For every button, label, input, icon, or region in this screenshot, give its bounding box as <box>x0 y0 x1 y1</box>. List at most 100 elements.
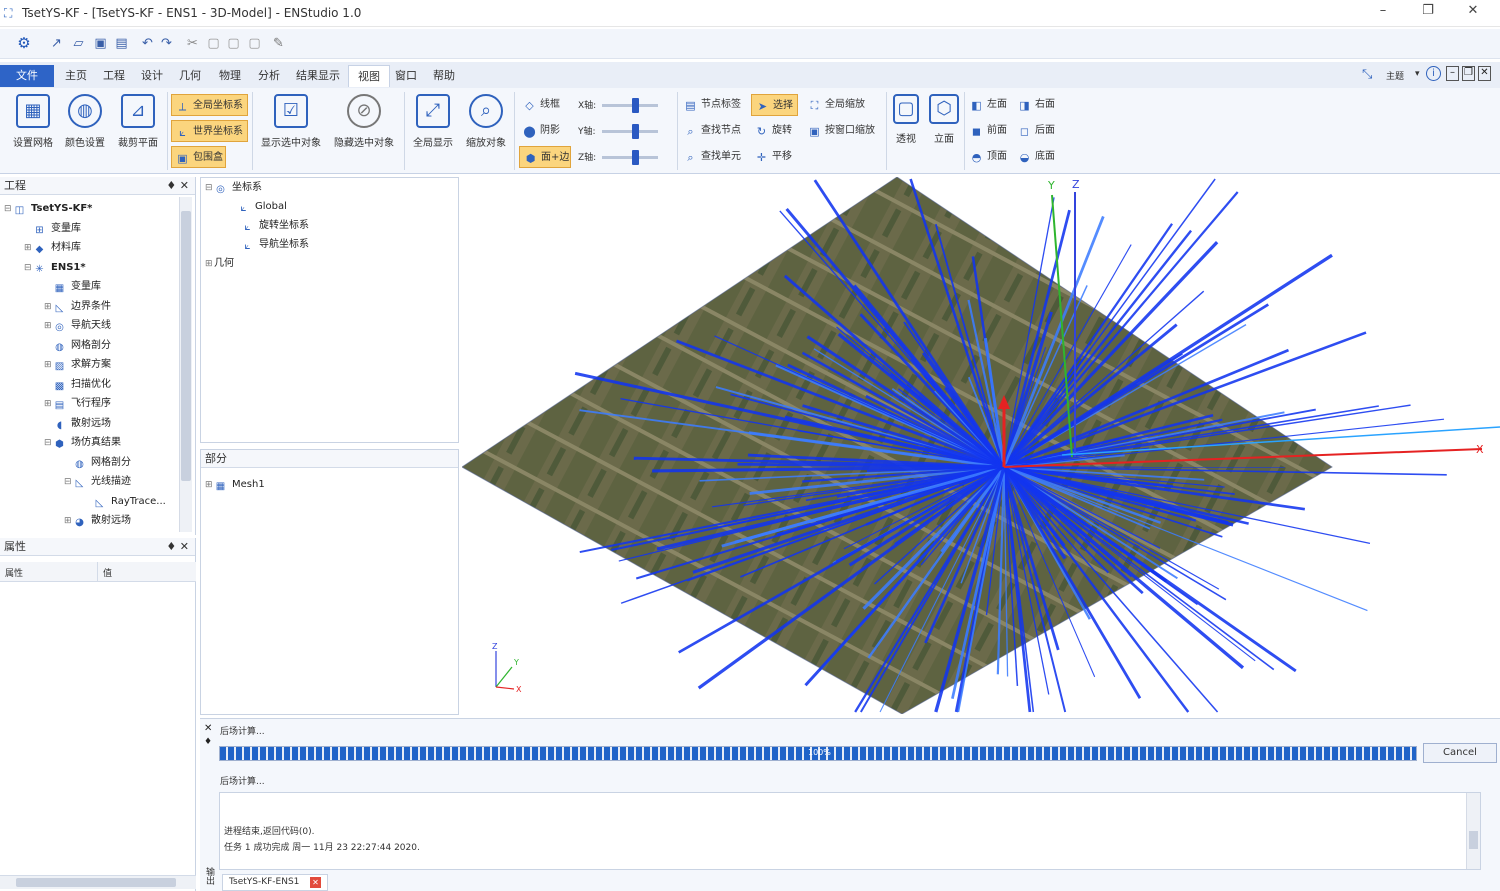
theme-dropdown-icon[interactable]: ▾ <box>1415 69 1420 79</box>
project-tree-item[interactable]: ⊟ ✳ ENS1* <box>24 258 86 278</box>
paste-icon[interactable]: ▢ <box>225 35 242 52</box>
wireframe-button[interactable]: ◇ 线框 <box>519 94 571 116</box>
clip-plane-button[interactable]: ⊿ 裁剪平面 <box>113 92 163 166</box>
mdi-restore-icon[interactable]: ❐ <box>1462 66 1475 81</box>
tab-results[interactable]: 结果显示 <box>287 65 349 87</box>
y-axis-slider-handle[interactable] <box>632 124 639 139</box>
panel-pin-close-icon[interactable]: ♦ ✕ <box>166 538 189 556</box>
collapse-ribbon-icon[interactable]: ⤡ <box>1362 67 1372 82</box>
view-front-button[interactable]: ◼ 前面 <box>966 120 1012 142</box>
properties-hscrollbar[interactable] <box>0 875 196 889</box>
face-edge-button[interactable]: ⬢ 面+边 <box>519 146 571 168</box>
select-tool-button[interactable]: ➤ 选择 <box>751 94 798 116</box>
rotate-tool-button[interactable]: ↻ 旋转 <box>751 120 798 142</box>
project-tree-item[interactable]: ⊞ ▨ 求解方案 <box>44 355 111 375</box>
pan-tool-button[interactable]: ✛ 平移 <box>751 146 798 168</box>
tab-physics[interactable]: 物理 <box>210 65 250 87</box>
color-settings-button[interactable]: ◍ 颜色设置 <box>60 92 110 166</box>
redo-icon[interactable]: ↷ <box>158 35 175 52</box>
project-tree-item[interactable]: ▦ 变量库 <box>44 277 101 297</box>
theme-label[interactable]: 主题 <box>1386 69 1404 82</box>
expand-toggle-icon[interactable]: ⊟ <box>64 473 73 493</box>
expand-toggle-icon[interactable]: ⊞ <box>44 356 53 376</box>
scrollbar-thumb[interactable] <box>16 878 176 887</box>
tab-view[interactable]: 视图 <box>348 65 390 87</box>
show-selected-button[interactable]: ☑ 显示选中对象 <box>258 92 324 166</box>
find-element-button[interactable]: ⌕ 查找单元 <box>680 146 744 168</box>
find-node-button[interactable]: ⌕ 查找节点 <box>680 120 744 142</box>
project-tree-item[interactable]: ◕散射远场 <box>64 531 131 534</box>
save-icon[interactable]: ▣ <box>92 35 109 52</box>
cut-icon[interactable]: ✂ <box>184 35 201 52</box>
project-tree-item[interactable]: ◖ 散射远场 <box>44 414 111 434</box>
tab-home[interactable]: 主页 <box>56 65 96 87</box>
expand-toggle-icon[interactable]: ⊞ <box>44 395 53 415</box>
document-tab[interactable]: TsetYS-KF-ENS1 ✕ <box>222 874 328 891</box>
project-tree-item[interactable]: ▩ 扫描优化 <box>44 375 111 395</box>
mdi-minimize-icon[interactable]: – <box>1446 66 1459 81</box>
expand-toggle-icon[interactable]: ⊟ <box>24 259 33 279</box>
expand-toggle-icon[interactable]: ⊞ <box>44 298 53 318</box>
panel-pin-close-icon[interactable]: ♦ ✕ <box>166 177 189 195</box>
project-tree-item[interactable]: ⊟ ⬢ 场仿真结果 <box>44 433 121 453</box>
undo-icon[interactable]: ↶ <box>139 35 156 52</box>
expand-toggle-icon[interactable]: ⊟ <box>44 434 53 454</box>
z-axis-slider-handle[interactable] <box>632 150 639 165</box>
project-tree-scrollbar[interactable] <box>179 197 192 532</box>
x-axis-slider-handle[interactable] <box>632 98 639 113</box>
expand-toggle-icon[interactable]: ⊞ <box>24 239 33 259</box>
shaded-button[interactable]: ⬤ 阴影 <box>519 120 571 142</box>
new-icon[interactable]: ↗ <box>48 35 65 52</box>
project-tree-item[interactable]: ⊞ ◎ 导航天线 <box>44 316 111 336</box>
project-tree-item[interactable]: ◍ 网格剖分 <box>64 453 131 473</box>
show-all-button[interactable]: ⤢ 全局显示 <box>408 92 458 166</box>
open-icon[interactable]: ▱ <box>70 35 87 52</box>
y-axis-slider[interactable] <box>602 124 658 139</box>
minimize-button[interactable]: – <box>1368 3 1398 23</box>
tab-project[interactable]: 工程 <box>94 65 134 87</box>
zoom-window-button[interactable]: ▣ 按窗口缩放 <box>804 120 882 142</box>
project-tree-item[interactable]: ⊞ ◺ 边界条件 <box>44 297 111 317</box>
project-tree-item[interactable]: ◍ 网格剖分 <box>44 336 111 356</box>
tree-item-nav-coord[interactable]: ⟀ 导航坐标系 <box>241 235 310 255</box>
tree-item-global[interactable]: ⟀ Global <box>237 197 287 217</box>
close-button[interactable]: ✕ <box>1458 3 1488 23</box>
zoom-object-button[interactable]: ⌕ 缩放对象 <box>461 92 511 166</box>
world-coord-toggle[interactable]: ⟀ 世界坐标系 <box>171 120 248 142</box>
project-tree-item[interactable]: ⊞ 变量库 <box>24 219 81 239</box>
tree-item-rot-coord[interactable]: ⟀ 旋转坐标系 <box>241 216 310 236</box>
expand-toggle-icon[interactable]: ⊞ <box>44 317 53 337</box>
copy-icon[interactable]: ▢ <box>205 35 222 52</box>
app-menu-icon[interactable]: ⚙ <box>14 35 34 52</box>
ray-trace-scene[interactable]: Y Z X Z Y X <box>461 176 1500 715</box>
scrollbar-thumb[interactable] <box>1469 831 1478 849</box>
tab-help[interactable]: 帮助 <box>424 65 464 87</box>
project-tree-item[interactable]: ⊟ ◺ 光线描迹 <box>64 472 131 492</box>
scrollbar-thumb[interactable] <box>181 211 191 481</box>
edit-icon[interactable]: ✎ <box>270 35 287 52</box>
project-tree-item[interactable]: ⊟ ◫ TsetYS-KF* <box>4 199 92 219</box>
info-icon[interactable]: i <box>1426 66 1441 81</box>
perspective-button[interactable]: ▢ 透视 <box>888 92 924 166</box>
tree-item-geometry[interactable]: ⊞几何 <box>205 254 234 274</box>
zoom-all-button[interactable]: ⛶ 全局缩放 <box>804 94 882 116</box>
bbox-toggle[interactable]: ▣ 包围盒 <box>171 146 226 168</box>
view-back-button[interactable]: ◻ 后面 <box>1014 120 1060 142</box>
project-tree-item[interactable]: ⊞ ▤ 飞行程序 <box>44 394 111 414</box>
isometric-button[interactable]: ⬡ 立面 <box>926 92 962 166</box>
project-tree-item[interactable]: ⊞ ◕ 散射远场 <box>64 511 131 531</box>
global-coord-toggle[interactable]: ⟂ 全局坐标系 <box>171 94 248 116</box>
tab-file[interactable]: 文件 <box>0 65 54 87</box>
node-label-button[interactable]: ▤ 节点标签 <box>680 94 744 116</box>
hide-selected-button[interactable]: ⊘ 隐藏选中对象 <box>331 92 397 166</box>
project-tree-item[interactable]: ⊞ ◆ 材料库 <box>24 238 81 258</box>
output-side-label[interactable]: 输出 <box>202 867 214 885</box>
mdi-close-icon[interactable]: ✕ <box>1478 66 1491 81</box>
3d-viewport[interactable]: Y Z X Z Y X <box>461 176 1500 715</box>
project-tree-item[interactable]: ◺ RayTrace... <box>84 492 166 512</box>
z-axis-slider[interactable] <box>602 150 658 165</box>
value-column-header[interactable]: 值 <box>103 566 112 579</box>
close-tab-icon[interactable]: ✕ <box>310 877 321 888</box>
grid-settings-button[interactable]: ▦ 设置网格 <box>8 92 58 166</box>
expand-toggle-icon[interactable]: ⊟ <box>4 200 13 220</box>
